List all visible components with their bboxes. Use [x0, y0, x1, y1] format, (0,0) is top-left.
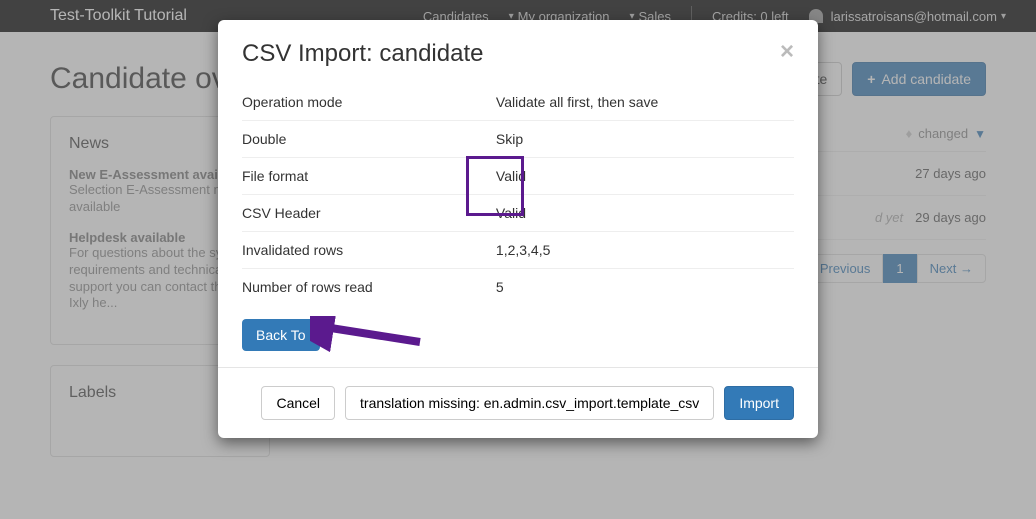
kv-file-format: File formatValid: [242, 157, 794, 194]
csv-import-modal: CSV Import: candidate × Operation modeVa…: [218, 20, 818, 438]
annotation-arrow-icon: [310, 316, 430, 352]
template-csv-button[interactable]: translation missing: en.admin.csv_import…: [345, 386, 714, 420]
kv-operation-mode: Operation modeValidate all first, then s…: [242, 84, 794, 120]
kv-csv-header: CSV HeaderValid: [242, 194, 794, 231]
kv-double: DoubleSkip: [242, 120, 794, 157]
back-to-button[interactable]: Back To: [242, 319, 320, 351]
cancel-button[interactable]: Cancel: [261, 386, 335, 420]
close-icon[interactable]: ×: [780, 40, 794, 64]
import-button[interactable]: Import: [724, 386, 794, 420]
modal-title: CSV Import: candidate: [242, 40, 483, 68]
kv-rows-read: Number of rows read5: [242, 268, 794, 305]
kv-invalidated-rows: Invalidated rows1,2,3,4,5: [242, 231, 794, 268]
